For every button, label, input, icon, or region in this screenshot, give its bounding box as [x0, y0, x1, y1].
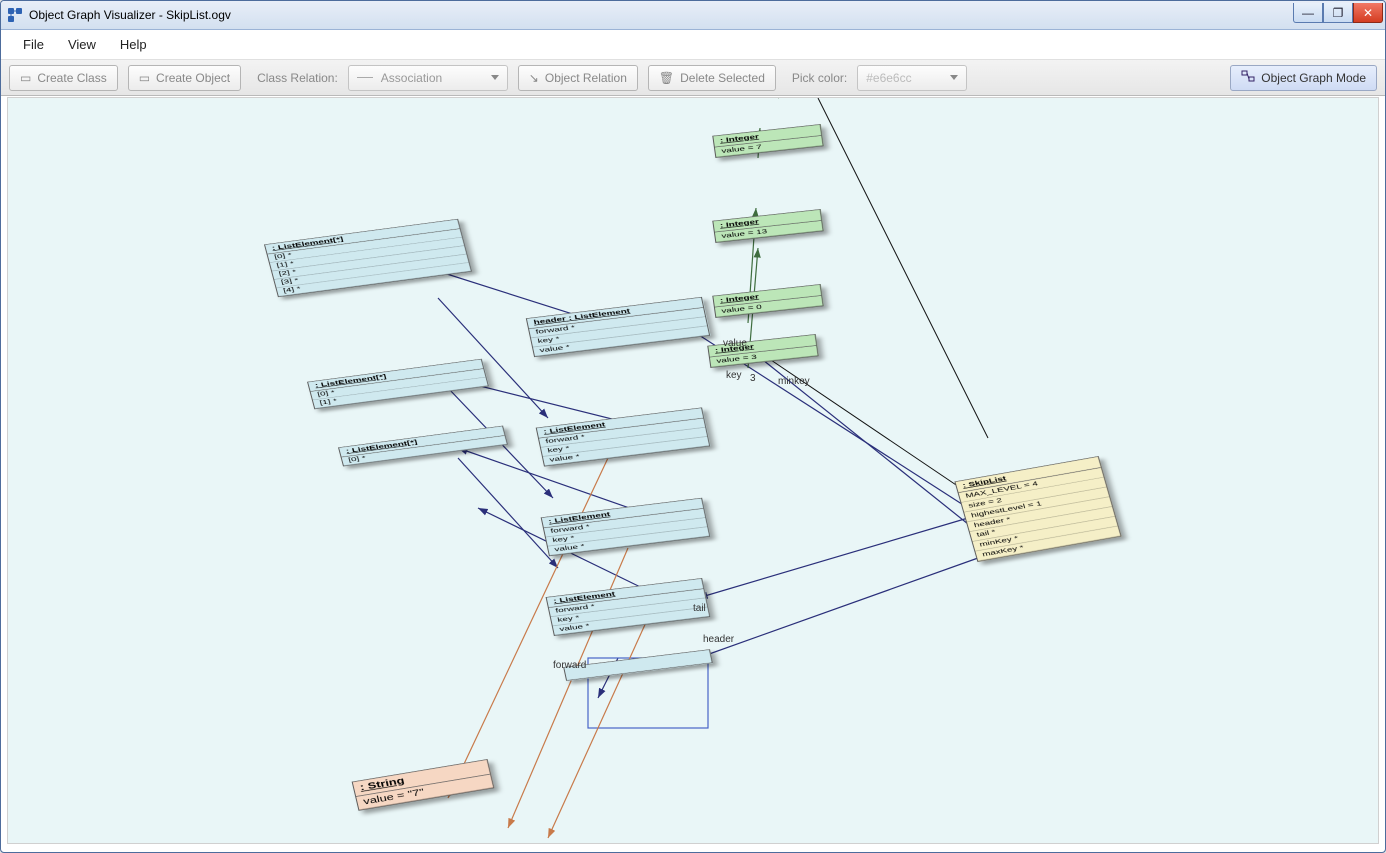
- window-title: Object Graph Visualizer - SkipList.ogv: [29, 8, 231, 22]
- menubar: File View Help: [1, 30, 1385, 60]
- chevron-down-icon: [950, 75, 958, 80]
- menu-view[interactable]: View: [68, 37, 96, 52]
- create-class-label: Create Class: [37, 71, 106, 85]
- edge-label-value: value: [723, 338, 747, 349]
- class-relation-label: Class Relation:: [257, 71, 338, 85]
- object-integer-0[interactable]: : Integer value = 0: [712, 284, 823, 318]
- pick-color-value: #e6e6cc: [866, 71, 911, 85]
- trash-icon: 🗑: [659, 71, 674, 85]
- edge-label-three: 3: [750, 373, 756, 384]
- class-relation-value: Association: [381, 71, 442, 85]
- pick-color-picker[interactable]: #e6e6cc: [857, 65, 967, 91]
- object-listelementarr-1[interactable]: : ListElement[*] [0] *: [338, 426, 508, 467]
- mode-label: Object Graph Mode: [1261, 71, 1366, 85]
- chevron-down-icon: [491, 75, 499, 80]
- object-skiplist[interactable]: : SkipList MAX_LEVEL = 4 size = 2 highes…: [954, 456, 1121, 562]
- object-integer-13[interactable]: : Integer value = 13: [712, 209, 823, 243]
- app-icon: [7, 7, 23, 23]
- object-listelement-c[interactable]: : ListElement forward * key * value *: [546, 578, 711, 636]
- graph-edges: [8, 98, 1378, 843]
- titlebar: Object Graph Visualizer - SkipList.ogv —…: [1, 1, 1385, 30]
- object-string[interactable]: : String value = "7": [352, 759, 495, 811]
- graph-canvas[interactable]: : ListElement[*] [0] * [1] * [2] * [3] *…: [7, 97, 1379, 844]
- minimize-button[interactable]: —: [1293, 3, 1323, 23]
- toolbar: ▭ Create Class ▭ Create Object Class Rel…: [1, 60, 1385, 96]
- menu-file[interactable]: File: [23, 37, 44, 52]
- create-object-button[interactable]: ▭ Create Object: [128, 65, 241, 91]
- object-header-listelement[interactable]: header : ListElement forward * key * val…: [526, 297, 710, 357]
- object-listelement-b[interactable]: : ListElement forward * key * value *: [541, 498, 711, 557]
- edge-label-minkey: minkey: [778, 376, 810, 387]
- window-buttons: — ❐ ✕: [1293, 7, 1385, 23]
- class-relation-combo[interactable]: Association: [348, 65, 508, 91]
- edge-label-header: header: [703, 634, 734, 645]
- pick-color-label: Pick color:: [792, 71, 847, 85]
- edge-label-tail: tail: [693, 603, 706, 614]
- create-object-label: Create Object: [156, 71, 230, 85]
- object-relation-label: Object Relation: [545, 71, 627, 85]
- delete-selected-label: Delete Selected: [680, 71, 765, 85]
- relation-icon: ↘: [529, 71, 539, 85]
- object-integer-7[interactable]: : Integer value = 7: [712, 124, 823, 158]
- class-icon: ▭: [20, 71, 31, 85]
- edge-label-forward: forward: [553, 660, 586, 671]
- menu-help[interactable]: Help: [120, 37, 147, 52]
- object-listelementarr-2[interactable]: : ListElement[*] [0] * [1] *: [307, 359, 489, 410]
- object-relation-button[interactable]: ↘ Object Relation: [518, 65, 638, 91]
- object-listelement-a[interactable]: : ListElement forward * key * value *: [536, 407, 711, 466]
- edge-label-key: key: [726, 370, 742, 381]
- object-listelementarr-4[interactable]: : ListElement[*] [0] * [1] * [2] * [3] *…: [264, 219, 472, 297]
- app-window: Object Graph Visualizer - SkipList.ogv —…: [0, 0, 1386, 853]
- object-icon: ▭: [139, 71, 150, 85]
- delete-selected-button[interactable]: 🗑 Delete Selected: [648, 65, 776, 91]
- object-graph-mode-button[interactable]: Object Graph Mode: [1230, 65, 1377, 91]
- graph-icon: [1241, 69, 1255, 86]
- maximize-button[interactable]: ❐: [1323, 3, 1353, 23]
- close-button[interactable]: ✕: [1353, 3, 1383, 23]
- create-class-button[interactable]: ▭ Create Class: [9, 65, 118, 91]
